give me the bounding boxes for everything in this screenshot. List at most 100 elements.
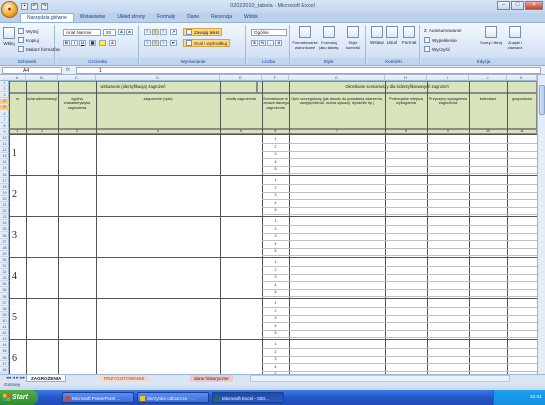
row-header[interactable]: 28 — [0, 246, 9, 251]
ribbon-tab[interactable]: Dane — [181, 13, 205, 22]
scenario-number[interactable]: 4 — [262, 324, 289, 329]
conditional-formatting-button[interactable]: Formatowanie warunkowe — [292, 26, 318, 50]
align-middle-icon[interactable]: ≡ — [152, 29, 159, 35]
font-name-select[interactable]: Arial Narrow — [63, 29, 101, 36]
scenario-number[interactable]: 3 — [262, 316, 289, 321]
insert-button[interactable]: Wstaw — [370, 26, 384, 45]
row-header[interactable]: 18 — [0, 185, 9, 190]
indent-icon[interactable]: ⇤ — [170, 40, 177, 46]
block-number[interactable]: 2 — [12, 189, 17, 200]
scenario-number[interactable]: 2 — [262, 186, 289, 191]
underline-icon[interactable]: U — [79, 40, 86, 46]
task-outlook[interactable]: Skrzynka odbiorcza - ... — [137, 392, 209, 403]
ribbon-tab[interactable]: Widok — [238, 13, 264, 22]
scenario-number[interactable]: 4 — [262, 242, 289, 247]
block-number[interactable]: 1 — [12, 148, 17, 159]
row-header[interactable]: 22 — [0, 209, 9, 215]
row-header[interactable]: 23 — [0, 215, 9, 221]
row-header[interactable]: 8 — [0, 124, 9, 129]
row-header[interactable]: 27 — [0, 240, 9, 245]
row-header[interactable]: 29 — [0, 252, 9, 257]
block-number[interactable]: 5 — [12, 312, 17, 323]
cell-styles-button[interactable]: Style komórki — [342, 26, 364, 50]
autosum-button[interactable]: Σ Autosumowanie — [424, 28, 462, 33]
ribbon-tab[interactable]: Układ strony — [111, 13, 151, 22]
copy-button[interactable]: Kopiuj — [18, 37, 39, 43]
office-button[interactable]: ● — [1, 1, 18, 18]
row-header[interactable]: 40 — [0, 319, 9, 324]
font-color-icon[interactable]: A — [109, 40, 116, 46]
borders-icon[interactable]: ▦ — [89, 40, 96, 46]
worksheet-grid[interactable]: wskazanie (identyfikacja) zagrożeń Okreś… — [9, 81, 537, 374]
orientation-icon[interactable]: ↗ — [170, 29, 177, 35]
row-header[interactable]: 1 — [0, 81, 9, 86]
scenario-number[interactable]: 4 — [262, 201, 289, 206]
horizontal-scrollbar[interactable] — [250, 375, 510, 382]
paste-button[interactable]: Wklej — [3, 27, 15, 46]
sort-filter-button[interactable]: Sortuj i filtruj — [480, 26, 502, 45]
merge-center-button[interactable]: Scal i wyśrodkuj — [183, 39, 230, 47]
name-box[interactable]: A4 — [2, 67, 62, 74]
align-bottom-icon[interactable]: ≡ — [160, 29, 167, 35]
scenario-number[interactable]: 1 — [262, 219, 289, 224]
align-right-icon[interactable]: ≡ — [160, 40, 167, 46]
scrollbar-thumb[interactable] — [539, 85, 545, 115]
row-header[interactable]: 41 — [0, 325, 9, 330]
row-header[interactable]: 2 — [0, 87, 9, 93]
row-header[interactable]: 36 — [0, 295, 9, 300]
row-header[interactable]: 32 — [0, 270, 9, 276]
wrap-text-button[interactable]: Zawijaj tekst — [183, 28, 223, 36]
scenario-number[interactable]: 2 — [262, 350, 289, 355]
ribbon-tab[interactable]: Wstawianie — [74, 13, 112, 22]
scenario-number[interactable]: 4 — [262, 160, 289, 165]
scenario-number[interactable]: 1 — [262, 301, 289, 306]
row-header[interactable]: 26 — [0, 234, 9, 239]
find-select-button[interactable]: Znajdź i zaznacz — [504, 26, 526, 50]
vertical-scrollbar[interactable] — [537, 75, 545, 374]
scenario-number[interactable]: 5 — [262, 331, 289, 336]
scenario-number[interactable]: 5 — [262, 208, 289, 213]
block-number[interactable]: 4 — [12, 271, 17, 282]
font-size-select[interactable]: 20 — [103, 29, 116, 36]
block-number[interactable]: 3 — [12, 230, 17, 241]
ribbon-tab[interactable]: Formuły — [151, 13, 181, 22]
scenario-number[interactable]: 1 — [262, 178, 289, 183]
currency-icon[interactable]: $ — [251, 40, 258, 46]
formula-input[interactable]: 1 — [76, 67, 541, 74]
delete-button[interactable]: Usuń — [386, 26, 398, 45]
shrink-font-icon[interactable]: a — [126, 29, 133, 35]
scenario-number[interactable]: 3 — [262, 234, 289, 239]
row-header[interactable]: 6 — [0, 112, 9, 117]
scenario-number[interactable]: 4 — [262, 283, 289, 288]
row-header[interactable]: 20 — [0, 197, 9, 202]
scenario-number[interactable]: 2 — [262, 227, 289, 232]
cut-button[interactable]: Wytnij — [18, 28, 38, 34]
scenario-number[interactable]: 5 — [262, 167, 289, 172]
row-header[interactable]: 7 — [0, 118, 9, 123]
scenario-number[interactable]: 3 — [262, 152, 289, 157]
row-header[interactable]: 43 — [0, 337, 9, 343]
percent-icon[interactable]: % — [259, 40, 266, 46]
bold-icon[interactable]: B — [63, 40, 70, 46]
format-painter-button[interactable]: Malarz formatów — [18, 46, 60, 52]
block-number[interactable]: 6 — [12, 353, 17, 364]
row-header[interactable]: 3 — [0, 93, 9, 99]
format-as-table-button[interactable]: Formatuj jako tabelę — [318, 26, 340, 50]
row-header[interactable]: 44 — [0, 343, 9, 349]
sheet-tab-zagrozenia[interactable]: ZAGROŻENIA — [26, 375, 67, 382]
task-excel[interactable]: Microsoft Excel - 020... — [212, 392, 284, 403]
scenario-number[interactable]: 2 — [262, 309, 289, 314]
sheet-tab-przygotowanie[interactable]: PRZYGOTOWANIE — [100, 375, 149, 382]
row-header[interactable]: 37 — [0, 301, 9, 306]
close-icon[interactable]: × — [525, 1, 543, 10]
row-header[interactable]: 10 — [0, 136, 9, 141]
row-header[interactable]: 9 — [0, 130, 9, 135]
scenario-number[interactable]: 1 — [262, 137, 289, 142]
format-button[interactable]: Format — [402, 26, 417, 45]
ribbon-tab[interactable]: Recenzja — [205, 13, 238, 22]
task-powerpoint[interactable]: Microsoft PowerPoint ... — [62, 392, 134, 403]
decimal-icon[interactable]: .0 — [275, 40, 282, 46]
row-header[interactable]: 5 — [0, 105, 9, 111]
row-header[interactable]: 38 — [0, 307, 9, 312]
minimize-icon[interactable]: – — [497, 1, 510, 10]
